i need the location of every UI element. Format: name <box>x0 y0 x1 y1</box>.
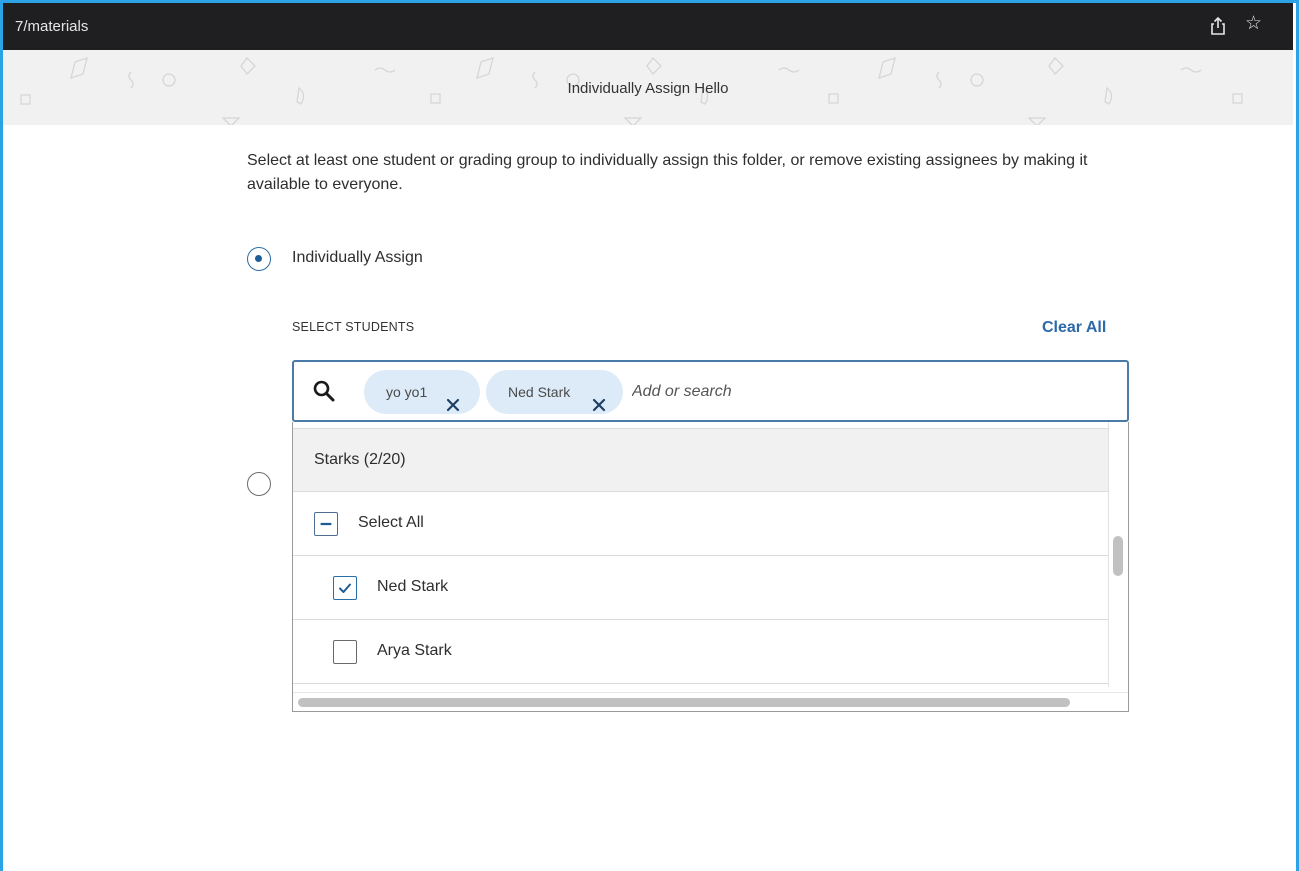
available-to-everyone-radio[interactable] <box>247 472 271 496</box>
instructions-text: Select at least one student or grading g… <box>247 152 1088 193</box>
list-item[interactable]: Arya Stark <box>293 620 1108 684</box>
group-header-starks: Starks (2/20) <box>293 428 1108 492</box>
close-icon[interactable] <box>592 385 606 412</box>
group-label: Starks (2/20) <box>314 451 406 468</box>
star-icon[interactable]: ☆ <box>1245 14 1262 34</box>
select-all-checkbox[interactable] <box>314 512 338 536</box>
selected-chip: Ned Stark <box>486 370 623 414</box>
horizontal-scroll-thumb[interactable] <box>298 698 1070 707</box>
student-name[interactable]: Arya Stark <box>377 642 452 660</box>
clear-all-button[interactable]: Clear All <box>1042 319 1106 337</box>
list-item[interactable]: Ned Stark <box>293 556 1108 620</box>
student-dropdown-list: Starks (2/20) Select All Ned Stark Arya … <box>292 422 1129 712</box>
select-all-row[interactable]: Select All <box>293 492 1108 556</box>
select-all-label[interactable]: Select All <box>358 514 424 532</box>
vertical-scroll-thumb[interactable] <box>1113 536 1123 576</box>
close-icon[interactable] <box>446 385 460 412</box>
individually-assign-label[interactable]: Individually Assign <box>292 249 423 267</box>
chip-label: Ned Stark <box>508 384 571 400</box>
share-icon[interactable] <box>1208 16 1228 36</box>
select-students-label: SELECT STUDENTS <box>292 320 415 334</box>
student-checkbox[interactable] <box>333 640 357 664</box>
student-checkbox[interactable] <box>333 576 357 600</box>
chip-label: yo yo1 <box>386 384 428 400</box>
student-search-field[interactable]: yo yo1 Ned Stark <box>292 360 1129 422</box>
list-item <box>293 684 1108 692</box>
individually-assign-radio[interactable] <box>247 247 271 271</box>
page-title: Individually Assign Hello <box>567 80 729 97</box>
page-header: Individually Assign Hello <box>3 50 1293 125</box>
search-input[interactable] <box>632 380 932 404</box>
browser-toolbar: 7/materials ☆ <box>3 3 1293 50</box>
url-text[interactable]: 7/materials <box>15 18 88 35</box>
student-name[interactable]: Ned Stark <box>377 578 448 596</box>
search-icon <box>312 379 336 403</box>
selected-chip: yo yo1 <box>364 370 480 414</box>
